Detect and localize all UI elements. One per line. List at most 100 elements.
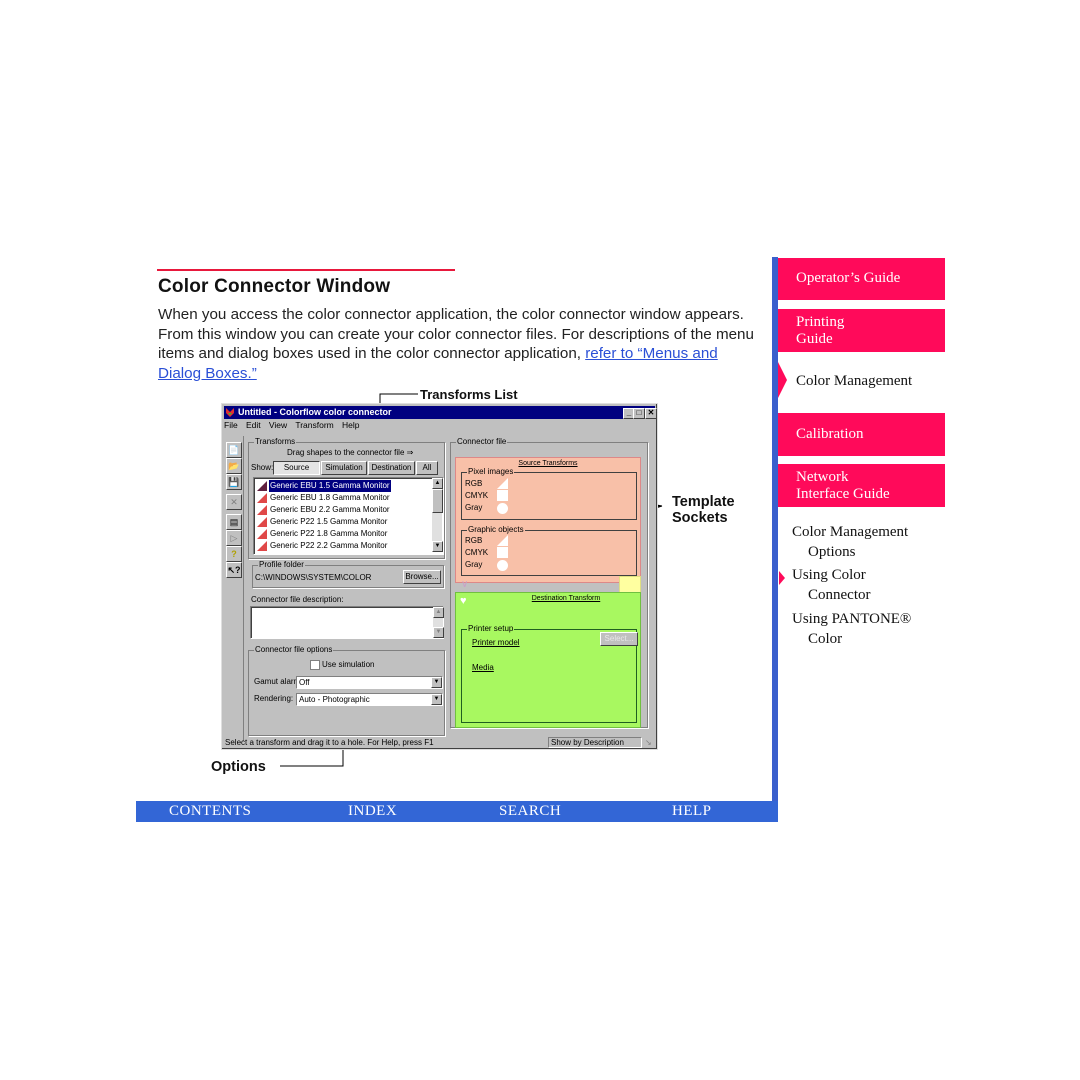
- graphic-objects-group: Graphic objects RGB CMYK Gray: [461, 525, 637, 576]
- menu-edit[interactable]: Edit: [246, 420, 261, 430]
- source-transforms-title: Source Transforms: [518, 460, 578, 467]
- tab-calibration[interactable]: Calibration: [778, 413, 945, 456]
- subitem-line1: Using Color: [792, 567, 866, 583]
- save-disk-icon[interactable]: 💾: [226, 474, 242, 490]
- subitem-line2: Color: [808, 630, 843, 647]
- plug-icon[interactable]: ▷: [226, 530, 242, 546]
- scroll-up-arrow-icon[interactable]: ▲: [432, 478, 443, 489]
- subitem-line2: Options: [808, 543, 856, 560]
- connector-socket-icon[interactable]: [619, 576, 641, 593]
- scroll-up-arrow-icon[interactable]: ▲: [433, 607, 444, 618]
- rgb-triangle-socket[interactable]: [497, 478, 508, 489]
- maximize-button[interactable]: □: [633, 408, 645, 419]
- cmyk-square-socket[interactable]: [497, 547, 508, 558]
- show-source-button[interactable]: Source: [273, 461, 320, 475]
- tab-printing-guide[interactable]: Printing Guide: [778, 309, 945, 352]
- profile-folder-label: Profile folder: [258, 560, 305, 569]
- scroll-thumb[interactable]: [432, 489, 443, 513]
- vertical-toolbar: 📄 📂 💾 ✕ ▤ ▷ ? ↖?: [225, 436, 244, 741]
- pixel-images-label: Pixel images: [467, 467, 515, 476]
- transform-triangle-icon: [257, 493, 267, 503]
- list-item[interactable]: Generic P22 1.8 Gamma Monitor: [256, 528, 432, 540]
- printer-setup-group: Printer setup Printer model Media Select…: [461, 624, 638, 723]
- list-item[interactable]: Generic EBU 1.5 Gamma Monitor: [256, 480, 432, 492]
- cmyk-square-socket[interactable]: [497, 490, 508, 501]
- tab-label: Calibration: [796, 426, 864, 442]
- open-folder-icon[interactable]: 📂: [226, 458, 242, 474]
- gray-circle-socket[interactable]: [497, 560, 508, 571]
- tab-label: Operator’s Guide: [796, 270, 901, 286]
- scroll-down-arrow-icon[interactable]: ▼: [432, 541, 443, 552]
- menu-transform[interactable]: Transform: [295, 420, 333, 430]
- subitem-using-color-connector[interactable]: Using Color Connector: [792, 566, 870, 605]
- scroll-down-arrow-icon[interactable]: ▼: [433, 627, 444, 638]
- properties-icon[interactable]: ▤: [226, 514, 242, 530]
- rgb-label: RGB: [465, 536, 483, 545]
- menu-view[interactable]: View: [269, 420, 287, 430]
- status-mode: Show by Description: [548, 737, 642, 748]
- menu-help[interactable]: Help: [342, 420, 359, 430]
- subitem-line1: Using PANTONE®: [792, 611, 912, 627]
- current-page-pointer-icon: [779, 571, 785, 585]
- subitem-using-pantone-color[interactable]: Using PANTONE® Color: [792, 610, 911, 649]
- show-simulation-button[interactable]: Simulation: [321, 461, 367, 475]
- source-transforms-panel: Source Transforms Pixel images RGB CMYK …: [455, 457, 641, 583]
- nav-help[interactable]: HELP: [672, 803, 712, 820]
- nav-index[interactable]: INDEX: [348, 803, 397, 820]
- context-help-icon[interactable]: ↖?: [226, 562, 242, 578]
- show-all-button[interactable]: All: [416, 461, 438, 475]
- show-label: Show:: [251, 463, 274, 472]
- menu-file[interactable]: File: [224, 420, 238, 430]
- list-item[interactable]: Generic EBU 2.2 Gamma Monitor: [256, 504, 432, 516]
- window-titlebar[interactable]: Untitled - Colorflow color connector _ □…: [224, 406, 657, 419]
- tab-color-management[interactable]: Color Management: [796, 372, 912, 391]
- select-printer-button[interactable]: Select...: [600, 632, 638, 646]
- media-link[interactable]: Media: [472, 663, 494, 672]
- description-scrollbar[interactable]: ▲ ▼: [433, 607, 444, 638]
- destination-socket-icon[interactable]: ♥: [460, 596, 470, 607]
- gamut-alarm-select[interactable]: Off ▼: [296, 676, 443, 689]
- colorflow-app-icon: [226, 408, 234, 417]
- tab-label-line1: Printing: [796, 314, 845, 330]
- use-simulation-checkbox[interactable]: [310, 660, 320, 670]
- transforms-list[interactable]: Generic EBU 1.5 Gamma Monitor Generic EB…: [253, 477, 444, 555]
- profile-folder-group: Profile folder C:\WINDOWS\SYSTEM\COLOR B…: [252, 560, 444, 588]
- cmyk-label: CMYK: [465, 491, 489, 500]
- new-file-icon[interactable]: 📄: [226, 442, 242, 458]
- transform-triangle-icon: [257, 481, 267, 491]
- show-destination-button[interactable]: Destination: [368, 461, 415, 475]
- resize-grip-icon[interactable]: ↘: [645, 738, 652, 747]
- browse-button[interactable]: Browse...: [403, 570, 441, 584]
- simulation-socket-icon[interactable]: ∨: [461, 580, 471, 590]
- connector-file-group: Connector file Source Transforms Pixel i…: [450, 437, 648, 728]
- rgb-triangle-socket[interactable]: [497, 535, 508, 546]
- description-textarea[interactable]: ▲ ▼: [250, 606, 444, 639]
- subitem-line1: Color Management: [792, 524, 909, 540]
- close-button[interactable]: ✕: [645, 408, 657, 419]
- printer-model-link[interactable]: Printer model: [472, 638, 520, 647]
- subitem-color-management-options[interactable]: Color Management Options: [792, 523, 908, 562]
- use-simulation-label: Use simulation: [322, 660, 375, 669]
- nav-contents[interactable]: CONTENTS: [169, 803, 251, 820]
- status-bar: Select a transform and drag it to a hole…: [224, 737, 655, 748]
- transform-triangle-icon: [257, 529, 267, 539]
- cmyk-label: CMYK: [465, 548, 489, 557]
- list-item[interactable]: Generic P22 2.2 Gamma Monitor: [256, 540, 432, 552]
- dropdown-arrow-icon[interactable]: ▼: [431, 694, 442, 705]
- list-item[interactable]: Generic EBU 1.8 Gamma Monitor: [256, 492, 432, 504]
- tab-operators-guide[interactable]: Operator’s Guide: [778, 258, 945, 300]
- transforms-scrollbar[interactable]: ▲ ▼: [432, 478, 443, 552]
- list-item[interactable]: Generic P22 1.5 Gamma Monitor: [256, 516, 432, 528]
- tab-network-interface-guide[interactable]: Network Interface Guide: [778, 464, 945, 507]
- menu-bar: File Edit View Transform Help: [224, 420, 365, 432]
- connector-file-label: Connector file: [456, 437, 508, 446]
- gray-circle-socket[interactable]: [497, 503, 508, 514]
- delete-x-icon[interactable]: ✕: [226, 494, 242, 510]
- profile-folder-path: C:\WINDOWS\SYSTEM\COLOR: [255, 573, 372, 582]
- printer-setup-label: Printer setup: [467, 624, 515, 633]
- window-title: Untitled - Colorflow color connector: [238, 407, 392, 417]
- rendering-select[interactable]: Auto - Photographic ▼: [296, 693, 443, 706]
- dropdown-arrow-icon[interactable]: ▼: [431, 677, 442, 688]
- help-question-icon[interactable]: ?: [226, 546, 242, 562]
- nav-search[interactable]: SEARCH: [499, 803, 561, 820]
